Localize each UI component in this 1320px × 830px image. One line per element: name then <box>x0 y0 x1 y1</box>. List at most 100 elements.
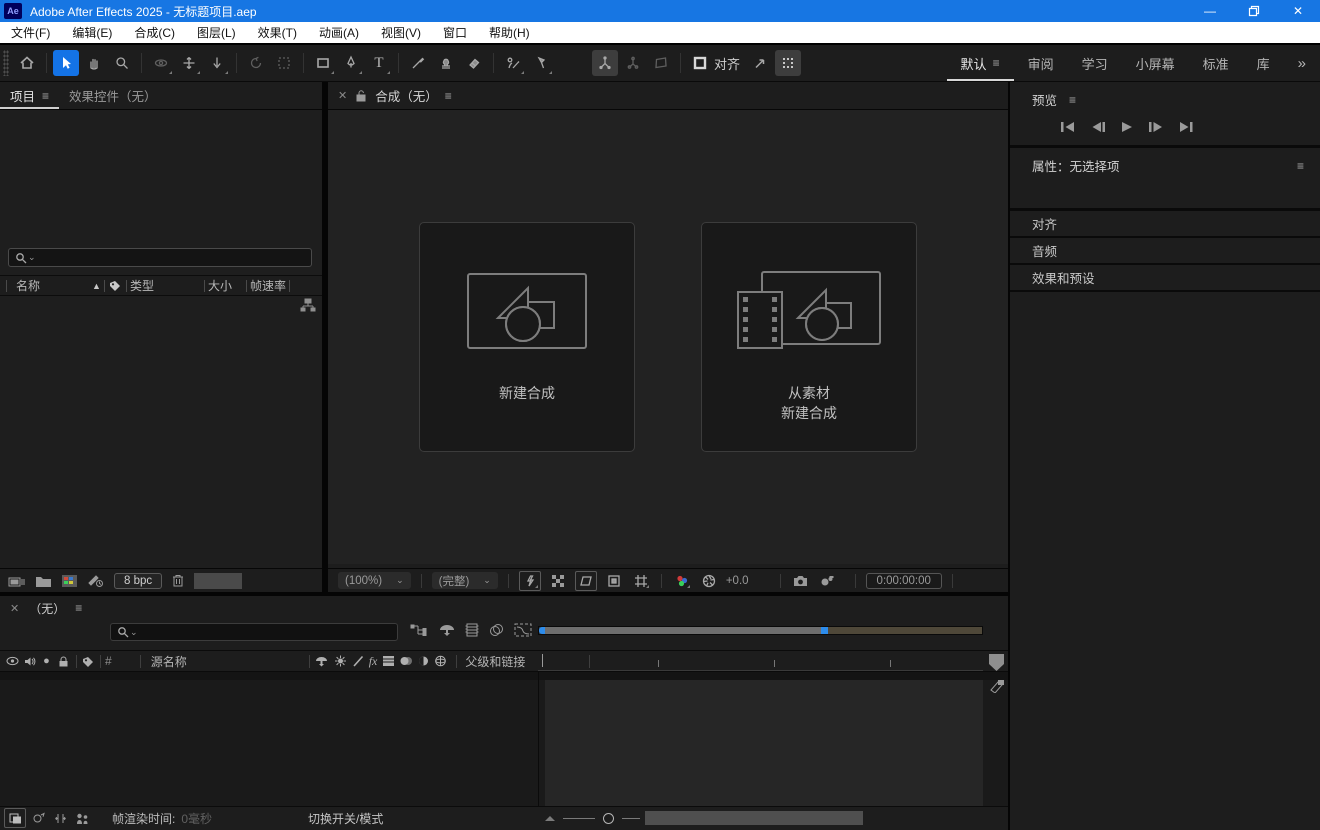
close-button[interactable]: ✕ <box>1276 0 1320 22</box>
workspace-default[interactable]: 默认 ≡ <box>947 45 1014 81</box>
bit-depth-button[interactable]: 8 bpc <box>114 573 162 589</box>
resolution-dropdown[interactable]: (完整) ⌄ <box>432 572 498 589</box>
hand-tool[interactable] <box>81 50 107 76</box>
menu-effect[interactable]: 效果(T) <box>247 22 308 43</box>
audio-panel-header[interactable]: 音频 <box>1010 238 1320 265</box>
menu-composition[interactable]: 合成(C) <box>123 22 186 43</box>
flowchart-mini-icon[interactable] <box>300 298 316 312</box>
pen-tool[interactable] <box>338 50 364 76</box>
delete-icon[interactable] <box>171 573 185 588</box>
frame-blend-header-icon[interactable] <box>381 654 396 668</box>
solo-column-icon[interactable]: ● <box>38 655 55 667</box>
rectangle-tool[interactable] <box>310 50 336 76</box>
timeline-search-input[interactable]: ⌄ <box>110 623 398 641</box>
snap-arrow-button[interactable] <box>747 50 773 76</box>
timeline-tab-label[interactable]: （无） <box>29 600 65 617</box>
properties-menu-icon[interactable]: ≡ <box>1297 159 1304 173</box>
timeline-tab-close-icon[interactable]: ✕ <box>10 602 19 615</box>
roto-brush-tool[interactable] <box>500 50 526 76</box>
tab-project[interactable]: 项目 ≡ <box>0 82 59 109</box>
workspace-learn[interactable]: 学习 <box>1068 45 1122 81</box>
timecode-display[interactable]: 0:00:00:00 <box>866 573 942 589</box>
parent-link-column-header[interactable]: 父级和链接 <box>461 653 525 670</box>
motion-blur-button[interactable] <box>488 622 506 638</box>
align-panel-header[interactable]: 对齐 <box>1010 211 1320 238</box>
puppet-pin-tool[interactable] <box>528 50 554 76</box>
comp-panel-menu-icon[interactable]: ≡ <box>445 89 452 103</box>
toolbar-grip[interactable] <box>3 50 9 76</box>
dolly-camera-tool[interactable] <box>204 50 230 76</box>
project-panel-menu-icon[interactable]: ≡ <box>42 89 49 103</box>
minimize-button[interactable]: — <box>1188 0 1232 22</box>
column-type[interactable]: 类型 <box>130 277 154 294</box>
rotate-tool[interactable] <box>243 50 269 76</box>
column-size[interactable]: 大小 <box>208 277 232 294</box>
expand-layer-switches-button[interactable] <box>4 808 26 828</box>
color-depth-icon[interactable] <box>87 573 105 588</box>
last-frame-button[interactable] <box>1178 121 1194 133</box>
type-tool[interactable]: T <box>366 50 392 76</box>
new-composition-icon[interactable] <box>61 574 78 588</box>
quality-icon[interactable] <box>352 654 365 668</box>
snapshot-button[interactable] <box>791 572 811 590</box>
magnification-dropdown[interactable]: (100%) ⌄ <box>338 572 411 589</box>
tab-effect-controls[interactable]: 效果控件（无） <box>59 82 167 109</box>
workspace-overflow-button[interactable]: » <box>1284 45 1320 81</box>
menu-help[interactable]: 帮助(H) <box>478 22 541 43</box>
selection-tool[interactable] <box>53 50 79 76</box>
adjustment-layer-header-icon[interactable] <box>416 654 431 668</box>
work-area-bar[interactable] <box>538 626 983 635</box>
work-area-region[interactable] <box>545 627 821 634</box>
timeline-menu-icon[interactable]: ≡ <box>75 601 82 615</box>
project-search-input[interactable]: ⌄ <box>8 248 312 267</box>
time-ruler[interactable] <box>538 651 983 671</box>
exposure-reset-button[interactable] <box>699 572 719 590</box>
next-frame-button[interactable] <box>1148 121 1164 133</box>
menu-edit[interactable]: 编辑(E) <box>61 22 123 43</box>
marker-bin-icon[interactable] <box>988 653 1005 672</box>
orbit-camera-tool[interactable] <box>148 50 174 76</box>
effects-fx-icon[interactable]: fx <box>369 654 378 669</box>
shy-layers-button[interactable] <box>438 622 456 638</box>
pan-camera-tool[interactable] <box>176 50 202 76</box>
comp-tab-close-icon[interactable]: ✕ <box>338 89 347 102</box>
video-column-icon[interactable] <box>4 656 21 666</box>
timeline-layer-area[interactable] <box>0 672 1008 806</box>
restore-button[interactable] <box>1232 0 1276 22</box>
timeline-horizontal-scrollbar[interactable] <box>645 811 863 825</box>
graph-editor-button[interactable] <box>514 622 532 638</box>
menu-window[interactable]: 窗口 <box>432 22 478 43</box>
channel-settings-button[interactable] <box>672 572 692 590</box>
transparency-grid-button[interactable] <box>548 572 568 590</box>
camera-region-tool[interactable] <box>271 50 297 76</box>
stamp-tool[interactable] <box>433 50 459 76</box>
expand-render-time-button[interactable] <box>75 812 90 825</box>
axis-view-button[interactable] <box>648 50 674 76</box>
home-button[interactable] <box>14 50 40 76</box>
footer-drag-area[interactable] <box>194 573 242 589</box>
workspace-menu-icon[interactable]: ≡ <box>993 56 1000 70</box>
region-of-interest-button[interactable] <box>604 572 624 590</box>
exposure-value[interactable]: +0.0 <box>726 575 749 587</box>
menu-file[interactable]: 文件(F) <box>0 22 61 43</box>
eraser-tool[interactable] <box>461 50 487 76</box>
expand-transfer-controls-button[interactable] <box>32 812 46 825</box>
new-composition-from-footage-card[interactable]: 从素材 新建合成 <box>701 222 917 452</box>
menu-layer[interactable]: 图层(L) <box>186 22 247 43</box>
preview-menu-icon[interactable]: ≡ <box>1069 93 1076 107</box>
search-chevron-icon[interactable]: ⌄ <box>28 252 36 263</box>
label-header-icon[interactable] <box>81 655 96 668</box>
new-folder-icon[interactable] <box>35 574 52 588</box>
snap-toggle[interactable]: 对齐 <box>692 54 740 73</box>
comp-marker-button[interactable] <box>988 678 1006 693</box>
lock-icon[interactable] <box>355 89 367 102</box>
new-composition-card[interactable]: 新建合成 <box>419 222 635 452</box>
work-area-outside[interactable] <box>828 627 982 634</box>
show-snapshot-button[interactable] <box>818 572 838 590</box>
motion-blur-header-icon[interactable] <box>398 654 414 668</box>
collapse-transformations-icon[interactable] <box>333 654 348 668</box>
zoom-out-icon[interactable] <box>545 816 555 821</box>
work-area-end-handle[interactable] <box>821 627 828 634</box>
menu-animation[interactable]: 动画(A) <box>308 22 370 43</box>
label-column-icon[interactable] <box>108 279 123 292</box>
